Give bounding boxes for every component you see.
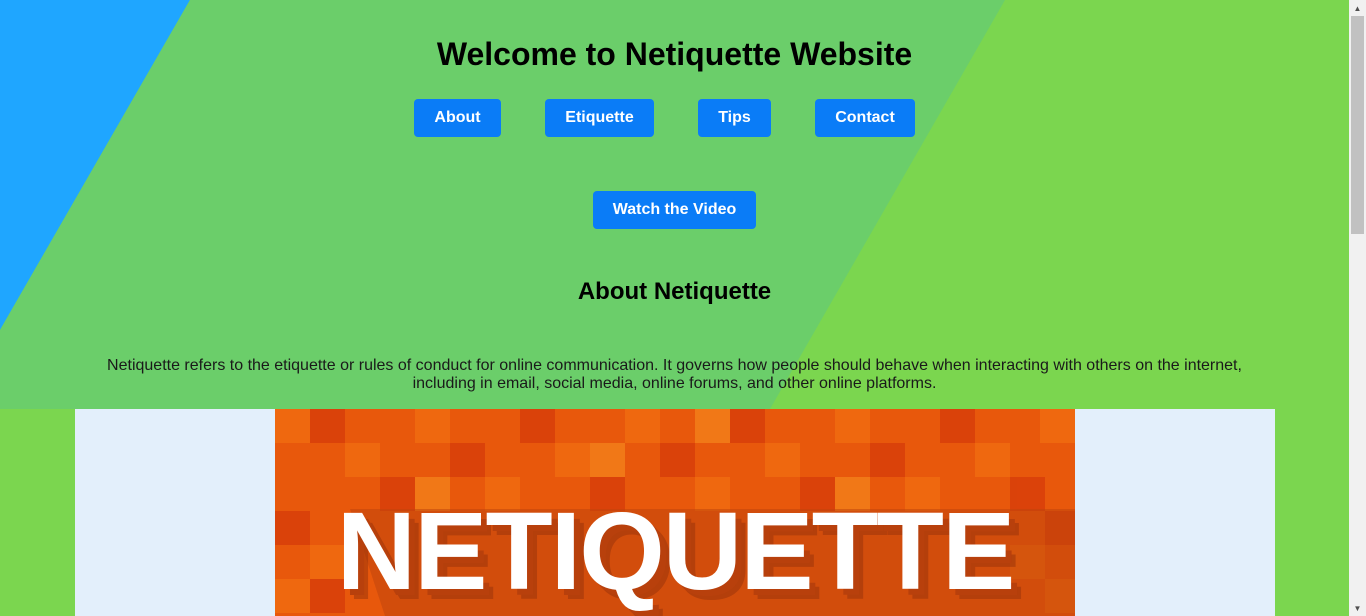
netiquette-banner-image: NETIQUETTE — [275, 409, 1075, 616]
main-content: Welcome to Netiquette Website About Etiq… — [0, 0, 1349, 616]
scrollbar-thumb[interactable] — [1351, 16, 1364, 234]
about-text: Netiquette refers to the etiquette or ru… — [107, 357, 1242, 392]
arrow-down-icon[interactable]: ▼ — [1349, 600, 1366, 616]
watch-video-button[interactable]: Watch the Video — [593, 191, 756, 229]
page-title: Welcome to Netiquette Website — [436, 36, 913, 72]
vertical-scrollbar[interactable]: ▲ ▼ — [1349, 0, 1366, 616]
image-container: NETIQUETTE — [75, 409, 1275, 616]
arrow-up-icon[interactable]: ▲ — [1349, 0, 1366, 16]
banner-text: NETIQUETTE — [336, 490, 1016, 613]
nav-contact-button[interactable]: Contact — [815, 99, 915, 137]
nav-etiquette-button[interactable]: Etiquette — [545, 99, 654, 137]
about-heading: About Netiquette — [577, 278, 772, 305]
nav-tips-button[interactable]: Tips — [698, 99, 771, 137]
nav-about-button[interactable]: About — [414, 99, 501, 137]
